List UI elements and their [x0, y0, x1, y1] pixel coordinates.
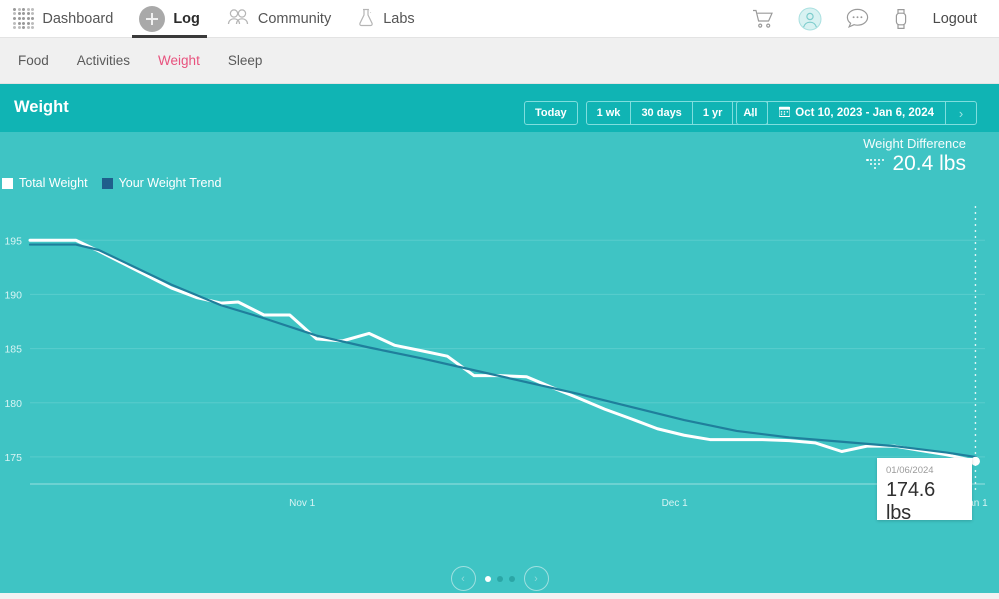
weight-difference: Weight Difference 20.4 lbs	[863, 136, 966, 176]
weight-difference-label: Weight Difference	[863, 136, 966, 151]
date-range-label: Oct 10, 2023 - Jan 6, 2024	[795, 107, 934, 119]
nav-item-labs[interactable]: Labs	[344, 0, 427, 38]
chart-tooltip: 01/06/2024 174.6 lbs	[877, 458, 972, 524]
chart-legend: Total Weight Your Weight Trend	[0, 176, 221, 190]
down-triangle-dots-icon	[865, 158, 885, 170]
nav-item-log[interactable]: Log	[126, 0, 213, 38]
legend-item-weight-trend[interactable]: Your Weight Trend	[101, 176, 222, 190]
watch-device-icon[interactable]	[893, 7, 909, 31]
svg-text:180: 180	[4, 398, 22, 410]
page-title: Weight	[14, 98, 69, 116]
time-range-controls: Today 1 wk 30 days 1 yr All	[524, 101, 769, 125]
nav-label: Dashboard	[42, 10, 114, 27]
range-1yr-button[interactable]: 1 yr	[693, 102, 734, 124]
subnav-item-food[interactable]: Food	[4, 53, 63, 68]
carousel-dot[interactable]	[508, 575, 515, 582]
nav-item-dashboard[interactable]: Dashboard	[0, 0, 126, 38]
cart-icon[interactable]	[752, 9, 774, 29]
legend-swatch-total-weight	[2, 177, 13, 189]
range-today-button[interactable]: Today	[524, 101, 578, 125]
subnav-item-weight[interactable]: Weight	[144, 53, 214, 68]
subnav-item-sleep[interactable]: Sleep	[214, 53, 277, 68]
logout-button[interactable]: Logout	[933, 11, 977, 27]
weight-chart[interactable]: 195 190 185 180 175 Nov 1 Dec 1 Jan 1	[0, 196, 999, 546]
carousel-prev-button[interactable]: ‹	[450, 566, 476, 591]
people-icon	[226, 8, 250, 30]
page-bottom-strip	[0, 593, 999, 599]
top-navigation: Dashboard Log Community Labs Logout	[0, 0, 999, 38]
date-next-button[interactable]: ›	[946, 102, 976, 124]
svg-text:Nov 1: Nov 1	[289, 498, 316, 509]
weight-chart-svg: 195190185180175Nov 1 Dec 1 Jan 1	[4, 206, 988, 509]
range-1wk-button[interactable]: 1 wk	[587, 102, 632, 124]
nav-label: Labs	[383, 10, 415, 27]
top-nav-actions: Logout	[752, 0, 999, 38]
carousel-dots	[484, 575, 515, 582]
svg-text:185: 185	[4, 344, 22, 356]
svg-text:175: 175	[4, 452, 22, 464]
legend-swatch-weight-trend	[101, 177, 113, 189]
avatar-icon[interactable]	[798, 7, 822, 31]
legend-label: Total Weight	[19, 176, 88, 190]
carousel-dot[interactable]	[496, 575, 503, 582]
flask-icon	[357, 7, 375, 31]
date-range-navigator: ‹ Oct 10, 2023 - Jan 6, 2024 ›	[736, 101, 977, 125]
top-nav-items: Dashboard Log Community Labs	[0, 0, 428, 38]
tooltip-value: 174.6 lbs	[886, 479, 936, 524]
svg-text:Dec 1: Dec 1	[662, 498, 689, 509]
weight-page: Dashboard Log Community Labs Logout Food…	[0, 0, 999, 599]
calendar-icon	[778, 106, 791, 120]
nav-label: Log	[173, 10, 200, 27]
weight-difference-value: 20.4 lbs	[892, 152, 966, 175]
date-range-picker[interactable]: Oct 10, 2023 - Jan 6, 2024	[767, 102, 946, 124]
tooltip-date: 01/06/2024	[886, 465, 934, 476]
subnav-item-activities[interactable]: Activities	[63, 53, 144, 68]
panel-carousel: ‹ ›	[0, 566, 999, 591]
plus-circle-icon	[139, 5, 166, 32]
nav-item-community[interactable]: Community	[213, 0, 344, 38]
nav-label: Community	[257, 10, 332, 27]
svg-text:190: 190	[4, 289, 22, 301]
dots-grid-icon	[13, 7, 35, 30]
carousel-next-button[interactable]: ›	[523, 566, 549, 591]
weight-difference-value-row: 20.4 lbs	[863, 152, 966, 176]
legend-label: Your Weight Trend	[118, 176, 222, 190]
legend-item-total-weight[interactable]: Total Weight	[2, 176, 88, 190]
range-30days-button[interactable]: 30 days	[631, 102, 693, 124]
date-prev-button[interactable]: ‹	[737, 102, 767, 124]
sub-navigation: Food Activities Weight Sleep	[0, 38, 999, 84]
svg-text:195: 195	[4, 235, 22, 247]
chat-bubble-icon[interactable]	[846, 8, 869, 29]
carousel-dot[interactable]	[484, 575, 491, 582]
